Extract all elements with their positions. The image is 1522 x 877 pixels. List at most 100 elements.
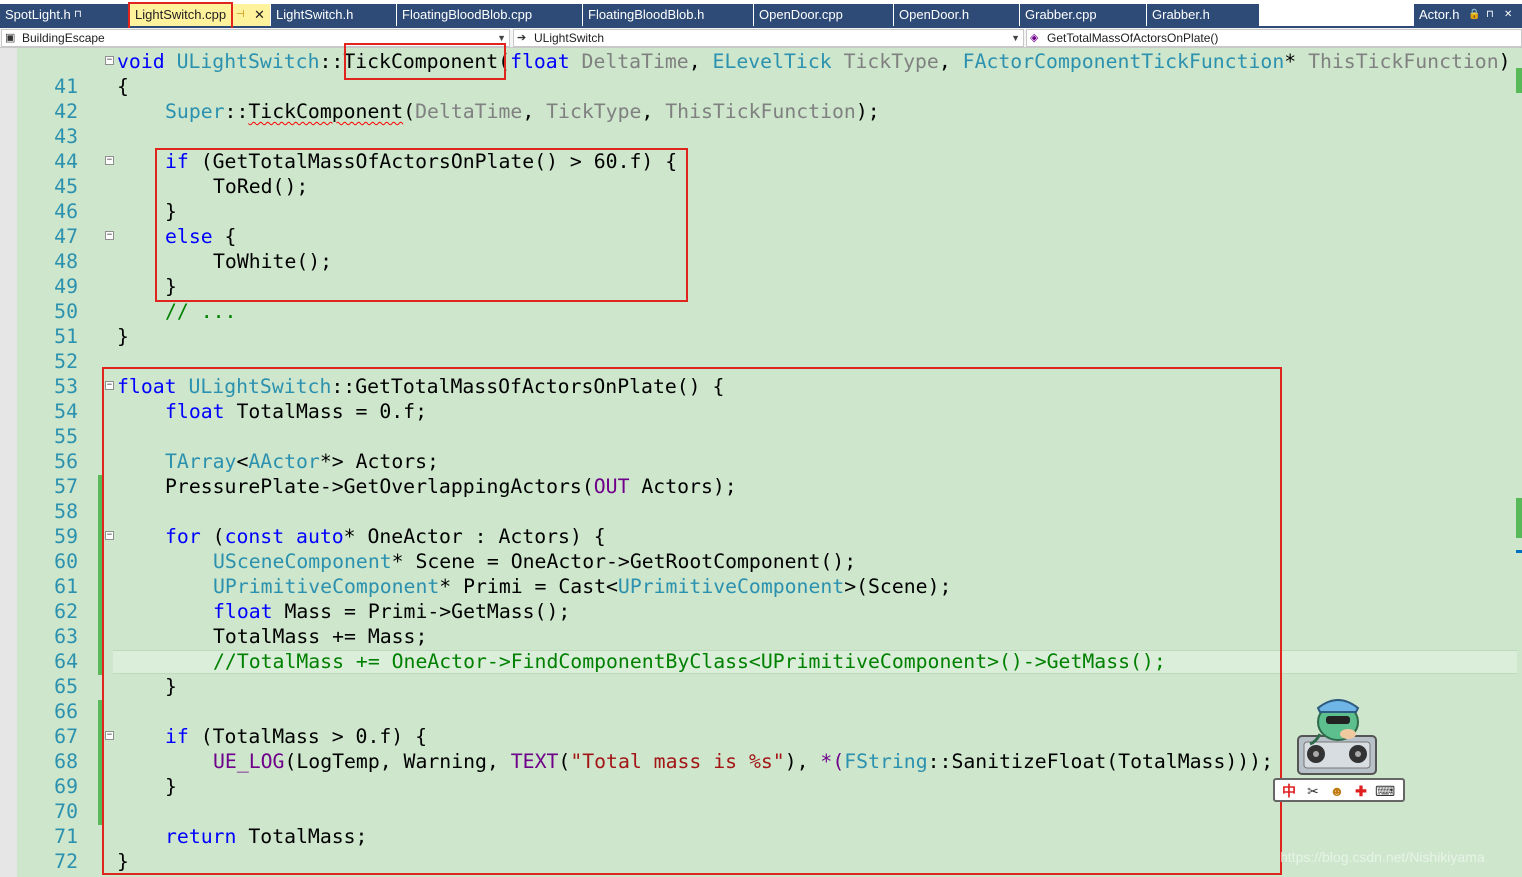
project-dropdown[interactable]: ▣ BuildingEscape ▼ [1, 29, 510, 47]
tools-icon[interactable]: ✂ [1303, 782, 1323, 800]
scope-dropdown[interactable]: ➔ ULightSwitch ▼ [513, 29, 1024, 47]
member-dropdown[interactable]: ◈ GetTotalMassOfActorsOnPlate() [1026, 29, 1522, 47]
code-text: void ULightSwitch::TickComponent(float D… [117, 50, 1511, 73]
scope-label: ULightSwitch [534, 31, 605, 45]
code-text: PressurePlate->GetOverlappingActors(OUT … [165, 475, 737, 498]
collapse-icon[interactable]: − [105, 731, 114, 740]
code-line[interactable]: 57 TArray<AActor*> Actors; [0, 449, 1522, 498]
code-text: TArray<AActor*> Actors; [165, 450, 439, 473]
code-line[interactable]: 42 { [0, 74, 1522, 123]
tab-label: SpotLight.h [5, 7, 71, 22]
pin-icon[interactable]: ⊓ [74, 4, 82, 26]
tab-label: Actor.h [1419, 7, 1460, 22]
collapse-icon[interactable]: − [105, 381, 114, 390]
code-line[interactable]: 71 [0, 799, 1522, 848]
pin-icon[interactable]: ⊣ [236, 4, 245, 26]
code-line[interactable]: 59 [0, 499, 1522, 548]
tab-lightswitch-cpp[interactable]: LightSwitch.cpp ⊣ ✕ [130, 4, 270, 26]
close-icon[interactable]: ✕ [254, 4, 265, 26]
tab-label: Grabber.cpp [1025, 7, 1097, 22]
tab-floatingbloodblob-cpp[interactable]: FloatingBloodBlob.cpp [397, 4, 582, 26]
code-line[interactable]: 63 float Mass = Primi->GetMass(); [0, 599, 1522, 648]
close-icon[interactable]: ✕ [1504, 4, 1512, 26]
code-text: UPrimitiveComponent* Primi = Cast<UPrimi… [213, 575, 952, 598]
tab-spotlight-h[interactable]: SpotLight.h ⊓ [0, 4, 128, 26]
code-text: } [165, 675, 177, 698]
tab-opendoor-h[interactable]: OpenDoor.h [894, 4, 1019, 26]
collapse-icon[interactable]: − [105, 231, 114, 240]
code-line[interactable]: 45 − if (GetTotalMassOfActorsOnPlate() >… [0, 149, 1522, 198]
ime-toolbar[interactable]: 中 ✂ ☻ ✚ ⌨ [1273, 778, 1405, 802]
tab-label: OpenDoor.cpp [759, 7, 843, 22]
code-text: if (GetTotalMassOfActorsOnPlate() > 60.f… [165, 150, 678, 173]
code-line[interactable]: 62 UPrimitiveComponent* Primi = Cast<UPr… [0, 574, 1522, 623]
keyboard-icon[interactable]: ⌨ [1375, 782, 1395, 800]
code-line[interactable]: 52 } [0, 324, 1522, 373]
tab-label: LightSwitch.cpp [135, 7, 227, 22]
tab-label: FloatingBloodBlob.cpp [402, 7, 533, 22]
code-line[interactable]: 53 [0, 349, 1522, 398]
chinese-input-icon[interactable]: 中 [1279, 782, 1299, 800]
code-text: else { [165, 225, 237, 248]
tab-opendoor-cpp[interactable]: OpenDoor.cpp [754, 4, 893, 26]
code-line[interactable]: 44 [0, 124, 1522, 173]
code-line[interactable]: 56 [0, 424, 1522, 473]
tab-actor-h[interactable]: Actor.h 🔒 ⊓ ✕ [1414, 4, 1522, 26]
tab-label: Grabber.h [1152, 7, 1210, 22]
lock-icon: 🔒 [1468, 9, 1481, 20]
code-comment: // ... [165, 300, 237, 323]
code-line[interactable]: 58 PressurePlate->GetOverlappingActors(O… [0, 474, 1522, 523]
member-label: GetTotalMassOfActorsOnPlate() [1047, 31, 1219, 45]
plus-icon[interactable]: ✚ [1351, 782, 1371, 800]
code-text: float TotalMass = 0.f; [165, 400, 428, 423]
dinosaur-mascot-icon [1297, 699, 1377, 775]
project-label: BuildingEscape [22, 31, 105, 45]
code-text: ToWhite(); [213, 250, 333, 273]
emoji-icon[interactable]: ☻ [1327, 782, 1347, 800]
tab-label: LightSwitch.h [276, 7, 354, 22]
code-line[interactable]: 72 return TotalMass; [0, 824, 1522, 873]
code-line[interactable]: 64 TotalMass += Mass; [0, 624, 1522, 673]
code-line[interactable]: 43 Super::TickComponent(DeltaTime, TickT… [0, 99, 1522, 148]
method-icon: ◈ [1030, 32, 1039, 44]
collapse-icon[interactable]: − [105, 531, 114, 540]
scrollbar-markers[interactable] [1516, 48, 1522, 877]
chevron-down-icon: ▼ [1011, 33, 1020, 43]
tab-label: FloatingBloodBlob.h [588, 7, 705, 22]
project-icon: ▣ [5, 32, 16, 44]
code-line[interactable]: 49 ToWhite(); [0, 249, 1522, 298]
code-line[interactable]: 61 USceneComponent* Scene = OneActor->Ge… [0, 549, 1522, 598]
tab-grabber-cpp[interactable]: Grabber.cpp [1020, 4, 1146, 26]
code-text: USceneComponent* Scene = OneActor->GetRo… [213, 550, 857, 573]
code-line[interactable]: 48 − else { [0, 224, 1522, 273]
code-text: Super::TickComponent(DeltaTime, TickType… [165, 100, 880, 123]
code-line[interactable]: 55 float TotalMass = 0.f; [0, 399, 1522, 448]
tab-floatingbloodblob-h[interactable]: FloatingBloodBlob.h [583, 4, 753, 26]
code-text: { [117, 75, 129, 98]
code-line[interactable]: 60 − for (const auto* OneActor : Actors)… [0, 524, 1522, 573]
tab-lightswitch-h[interactable]: LightSwitch.h [271, 4, 396, 26]
code-comment: //TotalMass += OneActor->FindComponentBy… [213, 650, 1166, 673]
code-text: float Mass = Primi->GetMass(); [213, 600, 571, 623]
code-text: } [165, 275, 177, 298]
code-line[interactable]: 47 } [0, 199, 1522, 248]
document-tab-bar: SpotLight.h ⊓ LightSwitch.cpp ⊣ ✕ LightS… [0, 0, 1522, 28]
code-text: ToRed(); [213, 175, 309, 198]
change-marker [1516, 498, 1522, 538]
code-line[interactable]: 51 // ... [0, 299, 1522, 348]
code-line[interactable]: 46 ToRed(); [0, 174, 1522, 223]
code-text: UE_LOG(LogTemp, Warning, TEXT("Total mas… [213, 750, 1273, 773]
code-line[interactable]: 50 } [0, 274, 1522, 323]
chevron-down-icon: ▼ [497, 33, 506, 43]
tab-grabber-h[interactable]: Grabber.h [1147, 4, 1259, 26]
code-line[interactable]: 65 //TotalMass += OneActor->FindComponen… [0, 649, 1522, 698]
code-text: } [165, 200, 177, 223]
pin-icon[interactable]: ⊓ [1486, 4, 1494, 26]
code-text: for (const auto* OneActor : Actors) { [165, 525, 606, 548]
code-line[interactable]: 41 − void ULightSwitch::TickComponent(fl… [0, 49, 1522, 98]
collapse-icon[interactable]: − [105, 56, 114, 65]
code-text: TotalMass += Mass; [213, 625, 428, 648]
change-marker [1516, 68, 1522, 93]
code-line[interactable]: 54 − float ULightSwitch::GetTotalMassOfA… [0, 374, 1522, 423]
collapse-icon[interactable]: − [105, 156, 114, 165]
